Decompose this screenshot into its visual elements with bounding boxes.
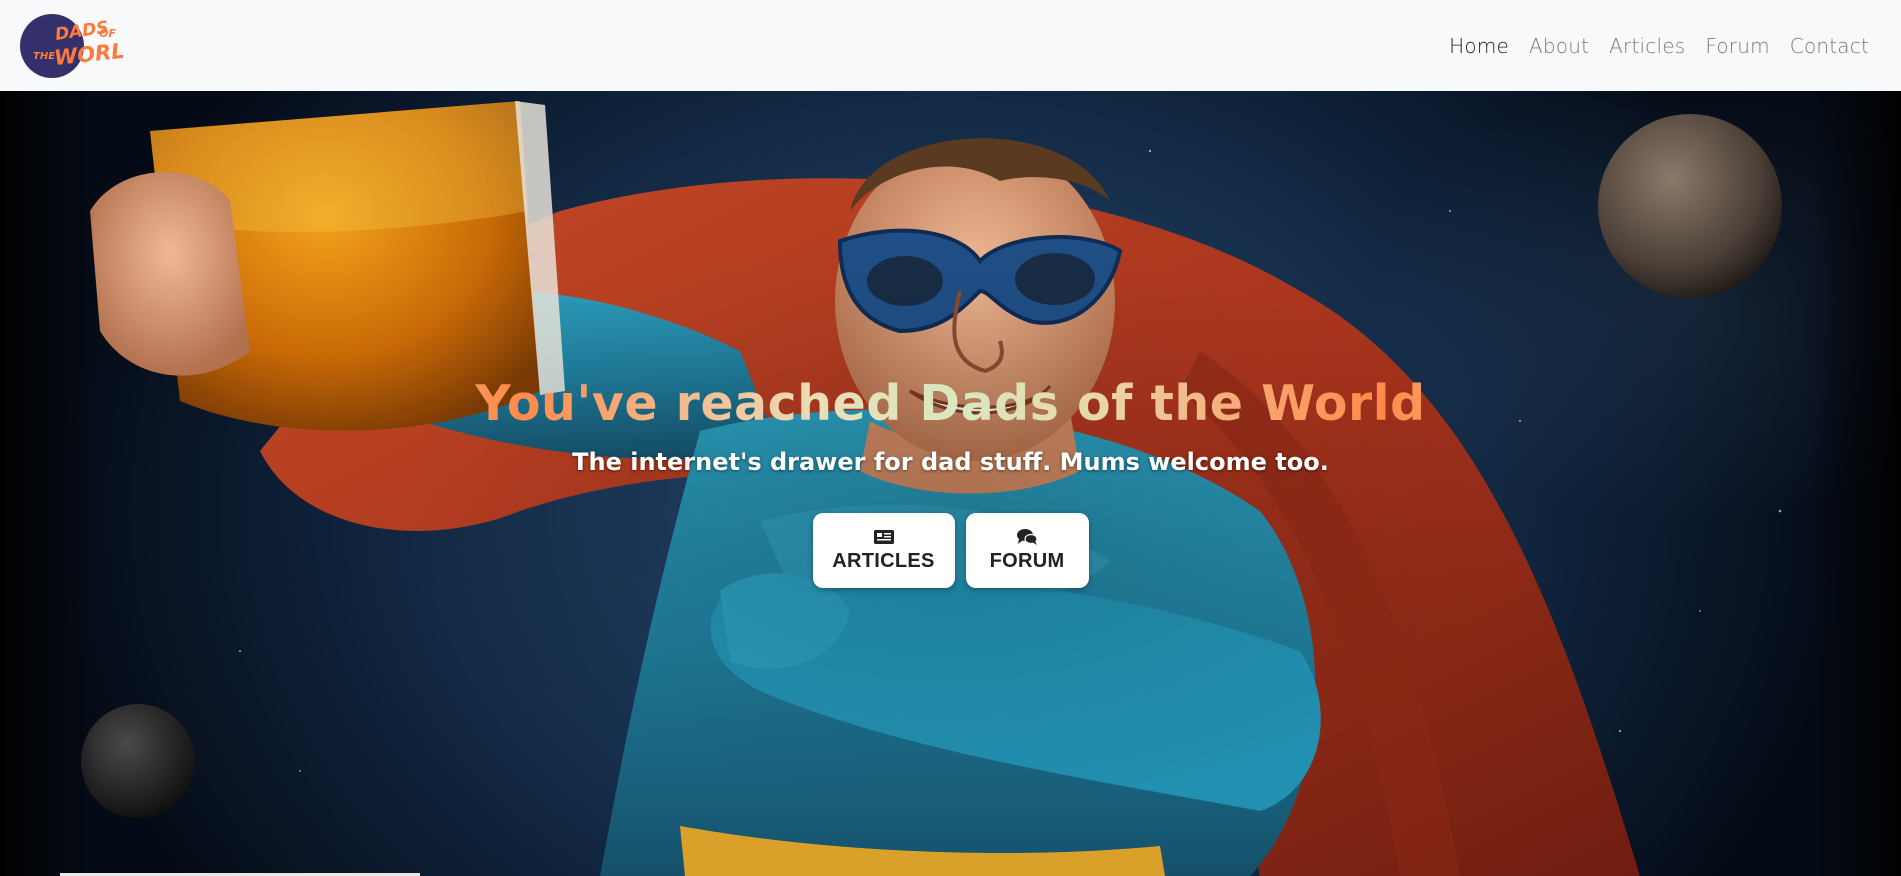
articles-button-label: ARTICLES — [832, 550, 935, 572]
articles-button[interactable]: ARTICLES — [812, 513, 955, 588]
nav-links: Home About Articles Forum Contact — [1449, 34, 1869, 58]
hero-content: You've reached Dads of the World The int… — [0, 91, 1901, 876]
logo-graphic: DADS OF THE WORLD — [20, 13, 125, 78]
nav-about[interactable]: About — [1529, 34, 1589, 58]
nav-contact[interactable]: Contact — [1790, 34, 1869, 58]
svg-text:OF: OF — [99, 27, 116, 40]
hero-buttons: ARTICLES FORUM — [0, 513, 1901, 588]
hero-title: You've reached Dads of the World — [0, 375, 1901, 432]
hero-subtitle: The internet's drawer for dad stuff. Mum… — [572, 448, 1329, 476]
comments-icon — [1017, 529, 1038, 545]
svg-text:THE: THE — [33, 51, 55, 62]
newspaper-icon — [873, 530, 894, 544]
nav-articles[interactable]: Articles — [1609, 34, 1685, 58]
site-logo[interactable]: DADS OF THE WORLD — [19, 13, 125, 79]
forum-button[interactable]: FORUM — [965, 513, 1089, 588]
nav-forum[interactable]: Forum — [1705, 34, 1769, 58]
nav-home[interactable]: Home — [1449, 34, 1509, 58]
navbar: DADS OF THE WORLD Home About Articles Fo… — [0, 0, 1901, 91]
hero-section: You've reached Dads of the World The int… — [0, 91, 1901, 876]
forum-button-label: FORUM — [989, 550, 1065, 572]
